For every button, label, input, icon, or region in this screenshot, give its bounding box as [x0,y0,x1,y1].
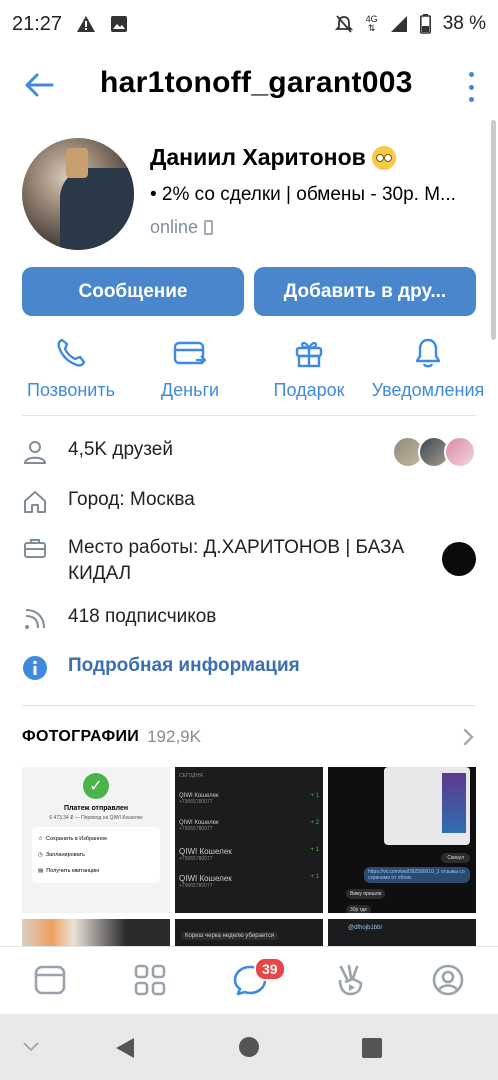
photo-tile[interactable]: ✓ Платеж отправлен 6 473,34 ₽ — Перевод … [22,767,170,913]
receipt-item: ▤ Получить квитанцию [38,868,100,874]
services-icon[interactable] [133,963,167,997]
status-bar: 21:27 4G ⇅ 38 % [12,12,486,35]
chat-bubble: Скинул [441,853,470,863]
profile-actions: Позвонить Деньги Подарок Уведомления [0,330,498,410]
bottom-tab-bar: 39 [0,946,498,1014]
page-title: har1tonoff_garant003 [100,66,413,99]
chevron-right-icon [463,728,474,746]
photos-title: ФОТОГРАФИИ [22,728,140,745]
clips-icon[interactable] [333,963,367,997]
followers-count: 418 подписчиков [68,606,217,627]
gift-label: Подарок [273,380,345,400]
gift-action[interactable]: Подарок [268,330,350,401]
city-text: Город: Москва [68,489,195,510]
tx-row: QIWI Кошелек +79065780077 + 1 [179,847,319,862]
back-arrow-icon[interactable] [22,68,56,102]
tile-date-header: СЕГОДНЯ [179,773,203,779]
check-icon: ✓ [83,773,109,799]
divider [22,705,476,706]
chevron-down-icon[interactable] [22,1041,40,1053]
profile-icon[interactable] [431,963,465,997]
profile-status[interactable]: • 2% со сделки | обмены - 30р. М... [150,184,456,206]
chat-mention: @dfhojb1bbl [348,925,382,931]
work-text: Место работы: Д.ХАРИТОНОВ | БАЗА КИДАЛ [68,537,405,584]
info-icon [23,656,47,680]
money-label: Деньги [160,380,220,400]
divider [22,415,476,416]
image-icon [111,16,128,32]
bell-icon [415,338,441,368]
notifications-action[interactable]: Уведомления [366,330,490,401]
phone-icon [57,338,86,367]
battery-level: 38 % [442,13,486,34]
add-friend-button[interactable]: Добавить в дру... [254,267,476,316]
nav-recents-icon[interactable] [362,1038,382,1058]
messages-tab[interactable]: 39 [232,957,286,1002]
call-label: Позвонить [27,380,115,400]
money-action[interactable]: Деньги [145,330,235,401]
message-button[interactable]: Сообщение [22,267,244,316]
nav-back-icon[interactable] [114,1036,136,1060]
briefcase-icon [24,539,46,558]
friends-count: 4,5K друзей [68,439,173,460]
more-options-icon[interactable] [466,72,476,102]
details-row[interactable]: Подробная информация [22,655,476,681]
money-card-icon [173,341,207,365]
details-link: Подробная информация [68,655,300,676]
work-row[interactable]: Место работы: Д.ХАРИТОНОВ | БАЗА КИДАЛ [22,535,432,587]
home-feed-icon[interactable] [33,963,67,997]
payment-sub: 6 473,34 ₽ — Перевод на QIWI Кошелек [49,815,143,821]
unread-badge: 39 [254,957,286,981]
notifications-off-icon [334,15,353,33]
photo-tile[interactable]: @dfhojb1bbl [328,919,476,946]
gift-icon [295,341,323,368]
profile-name-row: Даниил Харитонов [150,144,396,171]
chat-bubble: Вижу пришли [346,889,386,899]
profile-name: Даниил Харитонов [150,144,366,170]
profile-avatar[interactable] [22,138,134,250]
notifications-label: Уведомления [371,380,485,400]
nav-home-icon[interactable] [238,1036,260,1058]
signal-icon [390,16,407,32]
online-indicator: online [150,217,214,238]
chat-bubble: Кориш черка неделю убирается [181,932,278,940]
city-row: Город: Москва [22,489,476,515]
warning-icon [77,16,96,32]
photo-tile[interactable]: Скинул https://vk.com/wall392580010_1 от… [328,767,476,913]
friend-avatar [444,436,476,468]
photo-tile[interactable] [22,919,170,946]
battery-icon [419,14,431,34]
status-time: 21:27 [12,12,63,35]
payment-heading: Платеж отправлен [63,805,129,812]
mobile-icon [204,220,214,235]
tx-row: QIWI Кошелек +79065780077 + 2 [179,820,319,832]
call-action[interactable]: Позвонить [22,330,120,401]
chat-bubble: 30р где [346,905,372,913]
photo-tile[interactable]: Кориш черка неделю убирается [175,919,323,946]
tx-row: QIWI Кошелек +79065780077 + 1 [179,793,319,805]
top-app-bar: har1tonoff_garant003 [0,54,498,114]
save-fav-item: ☆ Сохранить в Избранное [38,836,108,842]
home-icon [24,491,46,513]
photos-header[interactable]: ФОТОГРАФИИ 192,9K [22,727,476,747]
rss-icon [25,609,45,629]
photos-count: 192,9K [147,727,201,746]
system-nav-bar [0,1014,498,1080]
rolling-eyes-emoji-icon [371,145,396,170]
user-icon [23,441,47,464]
schedule-item: ◷ Запланировать [38,852,85,858]
online-label: online [150,217,199,237]
screenshot-thumb [384,767,470,845]
followers-row[interactable]: 418 подписчиков [22,606,476,632]
friends-avatars[interactable] [392,436,476,468]
work-group-logo[interactable] [442,542,476,576]
photo-tile[interactable]: СЕГОДНЯ QIWI Кошелек +79065780077 + 1 QIWI… [175,767,323,913]
chat-link: https://vk.com/wall392580010_1 отзывы со… [364,867,470,883]
tx-row: QIWI Кошелек +79065780077 + 1 [179,874,319,889]
scrollbar[interactable] [491,120,496,340]
